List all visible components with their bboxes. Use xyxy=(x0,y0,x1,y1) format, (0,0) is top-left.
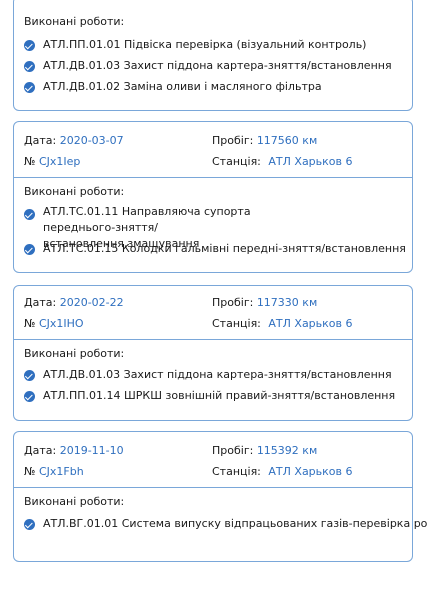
date-field: Дата: 2020-02-22 xyxy=(24,296,124,309)
mileage-field: Пробіг: 117330 км xyxy=(212,296,317,309)
mileage-field: Пробіг: 117560 км xyxy=(212,134,317,147)
date-field: Дата: 2020-03-07 xyxy=(24,134,124,147)
check-circle-icon xyxy=(24,82,35,93)
work-item-text: АТЛ.ПП.01.01 Підвіска перевірка (візуаль… xyxy=(43,38,367,51)
station-field: Станція: АТЛ Харьков 6 xyxy=(212,465,353,478)
work-item: АТЛ.ДВ.01.03 Захист піддона картера-знят… xyxy=(24,59,404,74)
work-item: АТЛ.ПП.01.01 Підвіска перевірка (візуаль… xyxy=(24,38,404,53)
service-record-card: Виконані роботи: АТЛ.ПП.01.01 Підвіска п… xyxy=(13,0,413,111)
mileage-label: Пробіг: xyxy=(212,134,254,147)
service-record-card: Дата: 2019-11-10 № CJx1Fbh Пробіг: 11539… xyxy=(13,431,427,562)
mileage-label: Пробіг: xyxy=(212,296,254,309)
number-value[interactable]: CJx1Iep xyxy=(39,155,80,168)
number-label: № xyxy=(24,155,36,168)
check-circle-icon xyxy=(24,61,35,72)
number-field: № CJx1IHO xyxy=(24,317,84,330)
works-title: Виконані роботи: xyxy=(24,15,125,28)
date-value: 2020-02-22 xyxy=(59,296,124,309)
station-label: Станція: xyxy=(212,317,261,330)
station-field: Станція: АТЛ Харьков 6 xyxy=(212,317,353,330)
date-value: 2020-03-07 xyxy=(59,134,124,147)
check-circle-icon xyxy=(24,40,35,51)
mileage-field: Пробіг: 115392 км xyxy=(212,444,317,457)
mileage-value: 117330 км xyxy=(256,296,318,309)
number-field: № CJx1Fbh xyxy=(24,465,84,478)
work-item: АТЛ.ДВ.01.03 Захист піддона картера-знят… xyxy=(24,368,404,383)
date-label: Дата: xyxy=(24,134,57,147)
number-label: № xyxy=(24,465,36,478)
service-history-list[interactable]: Виконані роботи: АТЛ.ПП.01.01 Підвіска п… xyxy=(0,0,427,593)
date-field: Дата: 2019-11-10 xyxy=(24,444,124,457)
number-label: № xyxy=(24,317,36,330)
divider xyxy=(14,177,412,178)
works-title: Виконані роботи: xyxy=(24,495,125,508)
work-item: АТЛ.ВГ.01.01 Система випуску відпрацьова… xyxy=(24,517,427,532)
date-value: 2019-11-10 xyxy=(59,444,124,457)
check-circle-icon xyxy=(24,244,35,255)
date-label: Дата: xyxy=(24,444,57,457)
work-item-text: АТЛ.ДВ.01.03 Захист піддона картера-знят… xyxy=(43,368,392,381)
number-value[interactable]: CJx1Fbh xyxy=(39,465,84,478)
station-label: Станція: xyxy=(212,465,261,478)
works-title: Виконані роботи: xyxy=(24,347,125,360)
date-label: Дата: xyxy=(24,296,57,309)
work-item-text: АТЛ.ТС.01.15 Колодки гальмівні передні-з… xyxy=(43,242,406,255)
mileage-value: 115392 км xyxy=(256,444,318,457)
check-circle-icon xyxy=(24,391,35,402)
work-item: АТЛ.ДВ.01.02 Заміна оливи і масляного фі… xyxy=(24,80,404,95)
works-title: Виконані роботи: xyxy=(24,185,125,198)
mileage-value: 117560 км xyxy=(256,134,318,147)
work-item-text: АТЛ.ВГ.01.01 Система випуску відпрацьова… xyxy=(43,517,427,530)
work-item-text: АТЛ.ДВ.01.03 Захист піддона картера-знят… xyxy=(43,59,392,72)
divider xyxy=(14,339,412,340)
service-record-card: Дата: 2020-03-07 № CJx1Iep Пробіг: 11756… xyxy=(13,121,413,273)
station-value[interactable]: АТЛ Харьков 6 xyxy=(268,155,352,168)
check-circle-icon xyxy=(24,519,35,530)
check-circle-icon xyxy=(24,209,35,220)
station-value[interactable]: АТЛ Харьков 6 xyxy=(268,465,352,478)
work-item-text: АТЛ.ДВ.01.02 Заміна оливи і масляного фі… xyxy=(43,80,322,93)
service-record-card: Дата: 2020-02-22 № CJx1IHO Пробіг: 11733… xyxy=(13,285,413,421)
number-value[interactable]: CJx1IHO xyxy=(39,317,84,330)
station-field: Станція: АТЛ Харьков 6 xyxy=(212,155,353,168)
check-circle-icon xyxy=(24,370,35,381)
divider xyxy=(14,487,412,488)
work-item-text: АТЛ.ПП.01.14 ШРКШ зовнішній правий-знятт… xyxy=(43,389,396,402)
mileage-label: Пробіг: xyxy=(212,444,254,457)
work-item: АТЛ.ТС.01.15 Колодки гальмівні передні-з… xyxy=(24,242,406,257)
number-field: № CJx1Iep xyxy=(24,155,80,168)
station-value[interactable]: АТЛ Харьков 6 xyxy=(268,317,352,330)
station-label: Станція: xyxy=(212,155,261,168)
work-item: АТЛ.ПП.01.14 ШРКШ зовнішній правий-знятт… xyxy=(24,389,404,404)
